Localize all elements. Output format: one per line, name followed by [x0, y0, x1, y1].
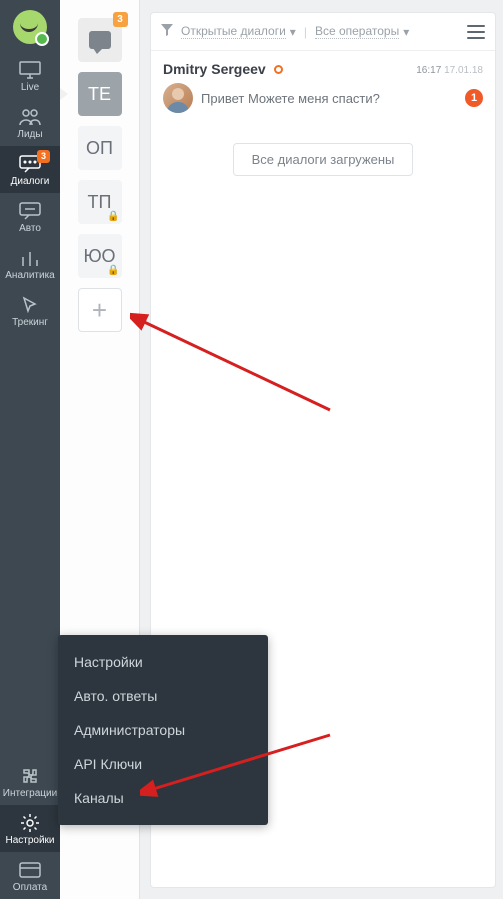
lock-icon: 🔒: [107, 265, 119, 276]
users-icon: [18, 107, 42, 127]
chevron-down-icon: ▾: [290, 25, 296, 39]
operator-initials: ОП: [86, 138, 113, 159]
avatar: [163, 83, 193, 113]
nav-label: Настройки: [5, 835, 54, 846]
lock-icon: 🔒: [107, 211, 119, 222]
chevron-down-icon: ▾: [403, 25, 409, 39]
filter-open-dialogs[interactable]: Открытые диалоги: [181, 24, 286, 39]
filter-all-operators[interactable]: Все операторы: [315, 24, 399, 39]
status-indicator-icon: [274, 65, 283, 74]
nav-dialogs[interactable]: 3 Диалоги: [0, 146, 60, 193]
operator-initials: ЮО: [84, 246, 116, 267]
settings-popup: Настройки Авто. ответы Администраторы AP…: [58, 635, 268, 825]
nav-badge: 3: [37, 150, 50, 163]
chat-bubble-icon: [89, 31, 111, 49]
popup-item-auto-replies[interactable]: Авто. ответы: [58, 679, 268, 713]
dialog-item[interactable]: Dmitry Sergeev 16:17 17.01.18 Привет Мож…: [151, 51, 495, 119]
operator-badge: 3: [113, 12, 128, 27]
nav-payment[interactable]: Оплата: [0, 852, 60, 899]
nav-analytics[interactable]: Аналитика: [0, 240, 60, 287]
nav-auto[interactable]: Авто: [0, 193, 60, 240]
sidebar: Live Лиды 3 Диалоги Авто Аналитика Треки…: [0, 0, 60, 899]
operator-initials: ТП: [88, 192, 112, 213]
puzzle-icon: [18, 766, 42, 786]
dialog-author: Dmitry Sergeev: [163, 61, 266, 77]
nav-label: Аналитика: [5, 270, 55, 281]
dialogs-toolbar: Открытые диалоги ▾ | Все операторы ▾: [151, 13, 495, 51]
plus-icon: +: [92, 295, 107, 326]
nav-label: Авто: [19, 223, 41, 234]
dialog-timestamp: 16:17 17.01.18: [416, 65, 483, 76]
nav-tracking[interactable]: Трекинг: [0, 287, 60, 334]
bars-icon: [18, 248, 42, 268]
card-icon: [18, 860, 42, 880]
nav-settings[interactable]: Настройки: [0, 805, 60, 852]
nav-live[interactable]: Live: [0, 52, 60, 99]
nav-label: Диалоги: [11, 176, 50, 187]
nav-integrations[interactable]: Интеграции: [0, 758, 60, 805]
filter-icon[interactable]: [161, 24, 173, 39]
app-logo: [13, 10, 47, 44]
unread-badge: 1: [465, 89, 483, 107]
auto-chat-icon: [18, 201, 42, 221]
nav-label: Интеграции: [3, 788, 57, 799]
cursor-icon: [18, 295, 42, 315]
operator-tile-tp[interactable]: ТП 🔒: [78, 180, 122, 224]
separator: |: [304, 25, 307, 39]
add-operator-button[interactable]: +: [78, 288, 122, 332]
nav-label: Трекинг: [12, 317, 48, 328]
popup-item-settings[interactable]: Настройки: [58, 645, 268, 679]
operator-tile-yuo[interactable]: ЮО 🔒: [78, 234, 122, 278]
operator-tile-op[interactable]: ОП: [78, 126, 122, 170]
menu-icon[interactable]: [467, 25, 485, 39]
nav-label: Live: [21, 82, 39, 93]
gear-icon: [18, 813, 42, 833]
operator-initials: ТЕ: [88, 84, 111, 105]
monitor-icon: [18, 60, 42, 80]
popup-item-admins[interactable]: Администраторы: [58, 713, 268, 747]
operator-tile-me[interactable]: 3: [78, 18, 122, 62]
nav-leads[interactable]: Лиды: [0, 99, 60, 146]
all-loaded-label: Все диалоги загружены: [233, 143, 414, 176]
popup-item-channels[interactable]: Каналы: [58, 781, 268, 815]
dialog-preview: Привет Можете меня спасти?: [201, 91, 457, 106]
popup-item-api-keys[interactable]: API Ключи: [58, 747, 268, 781]
operator-tile-te[interactable]: ТЕ: [78, 72, 122, 116]
nav-label: Оплата: [13, 882, 47, 893]
nav-label: Лиды: [17, 129, 42, 140]
